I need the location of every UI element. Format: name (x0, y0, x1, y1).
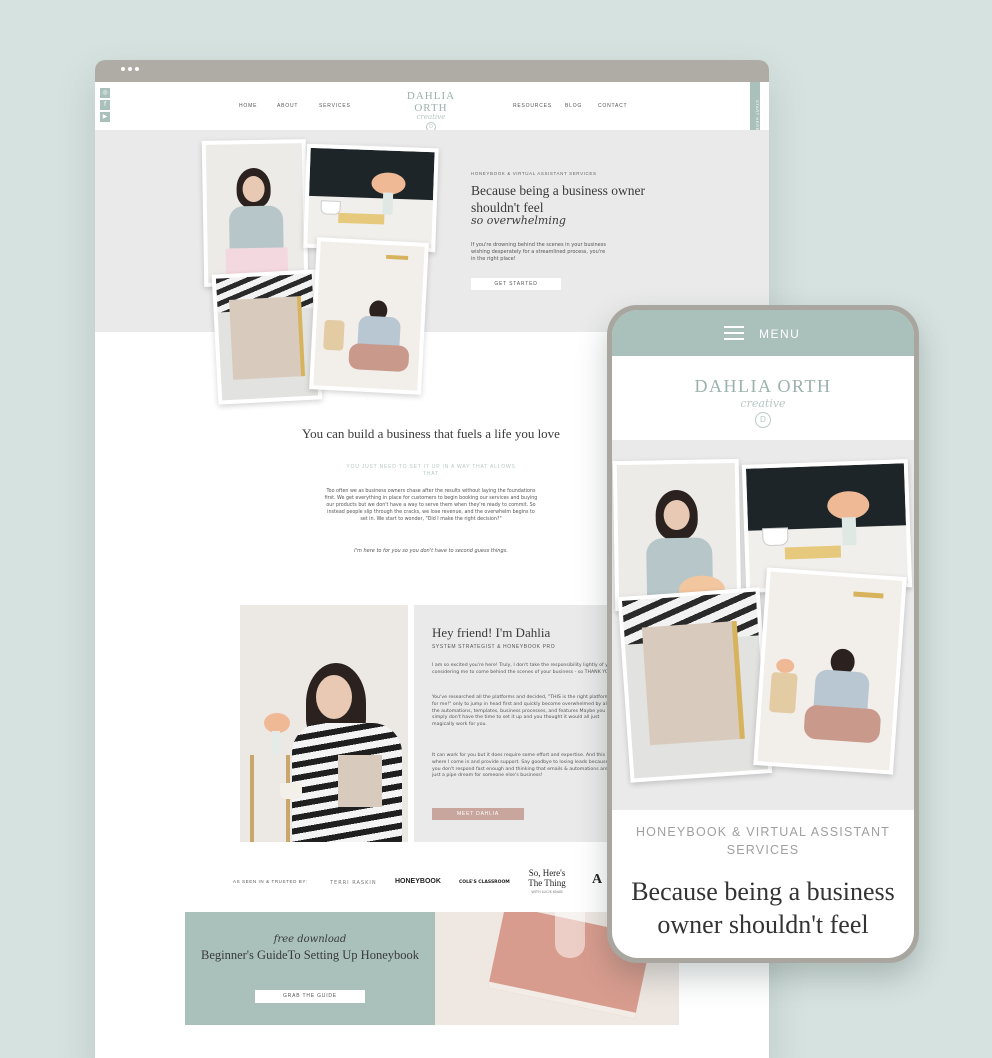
hero-eyebrow: HONEYBOOK & VIRTUAL ASSISTANT SERVICES (471, 171, 597, 176)
hero-script: so overwhelming (471, 214, 566, 227)
mobile-hero-collage (612, 440, 914, 810)
intro-title: You can build a business that fuels a li… (302, 426, 560, 441)
get-started-button[interactable]: GET STARTED (471, 278, 561, 290)
about-paragraph-1: I am so excited you're here! Truly, I do… (432, 663, 614, 675)
logo-a-mark: A (592, 872, 603, 887)
logo-script: creative (416, 113, 446, 121)
nav-resources[interactable]: RESOURCES (513, 103, 552, 109)
intro-subtitle: YOU JUST NEED TO SET IT UP IN A WAY THAT… (346, 464, 516, 477)
nav-home[interactable]: HOME (239, 103, 257, 109)
logo-terri-raskin: TERRI RASKIN (330, 880, 377, 886)
hamburger-menu-icon[interactable] (724, 326, 744, 344)
meet-dahlia-button[interactable]: MEET DAHLIA (432, 808, 524, 820)
logos-label: AS SEEN IN & TRUSTED BY: (233, 879, 308, 884)
mobile-eyebrow: HONEYBOOK & VIRTUAL ASSISTANT SERVICES (635, 825, 891, 857)
about-photo (240, 605, 408, 842)
nav-blog[interactable]: BLOG (565, 103, 582, 109)
mobile-menu-bar[interactable]: MENU (612, 310, 914, 356)
mobile-photo-reading (753, 567, 907, 775)
nav-services[interactable]: SERVICES (319, 103, 351, 109)
mobile-logo[interactable]: DAHLIA ORTH creative D (612, 376, 914, 428)
mobile-photo-portrait (612, 458, 742, 612)
hero-photo-desk (303, 143, 439, 253)
download-title: Beginner's GuideTo Setting Up Honeybook (200, 948, 420, 962)
logo-coles-classroom: COLE'S CLASSROOM (459, 880, 510, 885)
about-paragraph-3: It can work for you but it does require … (432, 753, 611, 779)
hero-photo-portrait (201, 139, 309, 287)
window-dots (121, 67, 139, 71)
logo-so-heres-the-thing: So, Here's The Thing (528, 868, 566, 888)
hero-photo-reading (309, 237, 429, 395)
site-header: ◎ f ▶ HOME ABOUT SERVICES DAHLIA ORTH cr… (95, 82, 769, 142)
mobile-logo-monogram-icon: D (755, 412, 771, 428)
mobile-logo-script: creative (740, 397, 786, 410)
about-panel: Hey friend! I'm Dahlia SYSTEM STRATEGIST… (414, 605, 620, 842)
mobile-screen: MENU DAHLIA ORTH creative D HONEYBOOK & … (612, 310, 914, 958)
mobile-phone-mockup: MENU DAHLIA ORTH creative D HONEYBOOK & … (607, 305, 919, 963)
hero-section: HONEYBOOK & VIRTUAL ASSISTANT SERVICES B… (95, 130, 769, 405)
browser-titlebar (95, 60, 769, 82)
logo-honeybook: HONEYBOOK (395, 878, 441, 885)
hero-photo-planner (211, 269, 323, 405)
free-download-banner: free download Beginner's GuideTo Setting… (185, 912, 679, 1025)
hero-body: If you're drowning behind the scenes in … (471, 242, 606, 262)
mobile-menu-label[interactable]: MENU (759, 327, 800, 341)
nav-about[interactable]: ABOUT (277, 103, 298, 109)
about-title: Hey friend! I'm Dahlia (432, 625, 551, 640)
download-script: free download (273, 934, 347, 945)
grab-the-guide-button[interactable]: GRAB THE GUIDE (255, 990, 365, 1003)
about-subtitle: SYSTEM STRATEGIST & HONEYBOOK PRO (432, 644, 556, 650)
logo-lucie-knab: WITH LUCIE KNAB (531, 890, 563, 894)
social-icons: ◎ f ▶ (100, 88, 111, 122)
logo-name: DAHLIA ORTH (406, 90, 456, 114)
intro-quote: I'm here to for you so you don't have to… (354, 548, 508, 554)
facebook-icon[interactable]: f (100, 100, 110, 110)
site-logo[interactable]: DAHLIA ORTH creative D (391, 90, 471, 132)
youtube-icon[interactable]: ▶ (100, 112, 110, 122)
nav-contact[interactable]: CONTACT (598, 103, 627, 109)
mobile-photo-planner (617, 587, 773, 783)
mobile-logo-name: DAHLIA ORTH (694, 376, 832, 396)
intro-body: Too often we as business owners chase af… (324, 489, 538, 522)
about-paragraph-2: You've researched all the platforms and … (432, 695, 610, 728)
hero-title: Because being a business owner shouldn't… (471, 183, 645, 215)
mobile-hero-title: Because being a business owner shouldn't… (631, 877, 895, 939)
instagram-icon[interactable]: ◎ (100, 88, 110, 98)
